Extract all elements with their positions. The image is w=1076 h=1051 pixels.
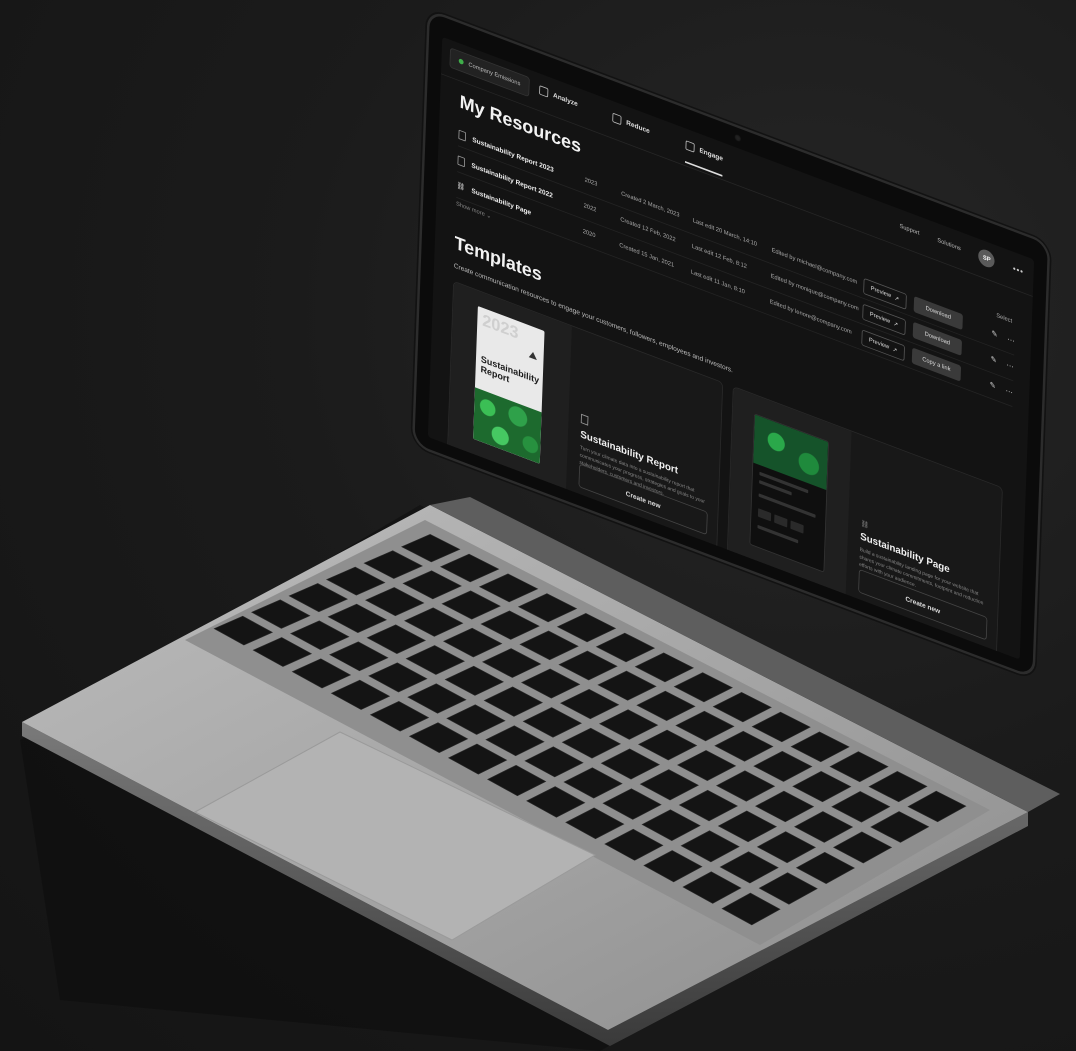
row-actions: ✎ ⋯ bbox=[990, 354, 1014, 372]
edit-pencil-icon[interactable]: ✎ bbox=[991, 329, 997, 340]
cart-icon bbox=[612, 112, 622, 126]
resource-year: 2022 bbox=[583, 202, 597, 214]
row-actions: ✎ ⋯ bbox=[991, 329, 1015, 347]
preview-label: Preview bbox=[869, 311, 891, 325]
resource-year: 2020 bbox=[582, 228, 596, 240]
row-actions: ✎ ⋯ bbox=[989, 380, 1013, 398]
template-thumbnail bbox=[727, 387, 852, 598]
leaf-icon bbox=[458, 58, 464, 65]
row-more-icon[interactable]: ⋯ bbox=[1007, 335, 1015, 347]
scene: Company Emissions Analyze Reduce Engage … bbox=[0, 0, 1076, 1051]
avatar[interactable]: SP bbox=[978, 247, 996, 270]
badge-icon bbox=[685, 140, 695, 153]
resource-year: 2023 bbox=[584, 177, 598, 188]
document-icon bbox=[580, 413, 589, 426]
edit-pencil-icon[interactable]: ✎ bbox=[989, 380, 995, 391]
tab-label: Analyze bbox=[552, 91, 578, 108]
preview-label: Preview bbox=[870, 285, 892, 300]
tab-analyze[interactable]: Analyze bbox=[539, 85, 578, 109]
leaves-image bbox=[753, 414, 829, 491]
camera-icon bbox=[734, 133, 742, 143]
external-link-icon: ↗ bbox=[892, 346, 898, 354]
document-icon bbox=[458, 129, 467, 142]
company-label: Company Emissions bbox=[468, 61, 521, 87]
preview-chip bbox=[790, 520, 804, 534]
more-menu-icon[interactable]: ••• bbox=[1013, 264, 1024, 277]
document-icon bbox=[457, 155, 466, 168]
template-thumbnail: 2023 Sustainability Report bbox=[448, 281, 572, 493]
external-link-icon: ↗ bbox=[893, 320, 899, 329]
report-cover-number: 2023 bbox=[481, 311, 519, 343]
tab-label: Reduce bbox=[626, 118, 650, 136]
report-cover-image: 2023 Sustainability Report bbox=[473, 305, 545, 464]
report-cover-title: Sustainability Report bbox=[480, 354, 540, 387]
preview-chip bbox=[774, 514, 788, 528]
document-icon bbox=[539, 85, 549, 98]
leaves-image bbox=[473, 387, 542, 464]
row-more-icon[interactable]: ⋯ bbox=[1005, 386, 1013, 398]
brand-logo-icon bbox=[528, 350, 538, 361]
link-icon: ⛓ bbox=[456, 181, 466, 192]
tab-engage[interactable]: Engage bbox=[685, 140, 723, 163]
solutions-link[interactable]: Solutions bbox=[937, 237, 961, 252]
support-link[interactable]: Support bbox=[899, 223, 919, 236]
tab-label: Engage bbox=[699, 146, 724, 163]
company-switcher[interactable]: Company Emissions bbox=[449, 47, 530, 98]
row-more-icon[interactable]: ⋯ bbox=[1006, 360, 1014, 372]
tab-reduce[interactable]: Reduce bbox=[612, 112, 650, 136]
external-link-icon: ↗ bbox=[894, 294, 900, 303]
landing-page-preview bbox=[749, 413, 829, 573]
preview-chip bbox=[757, 508, 772, 522]
edit-pencil-icon[interactable]: ✎ bbox=[990, 354, 996, 365]
preview-label: Preview bbox=[868, 337, 890, 351]
